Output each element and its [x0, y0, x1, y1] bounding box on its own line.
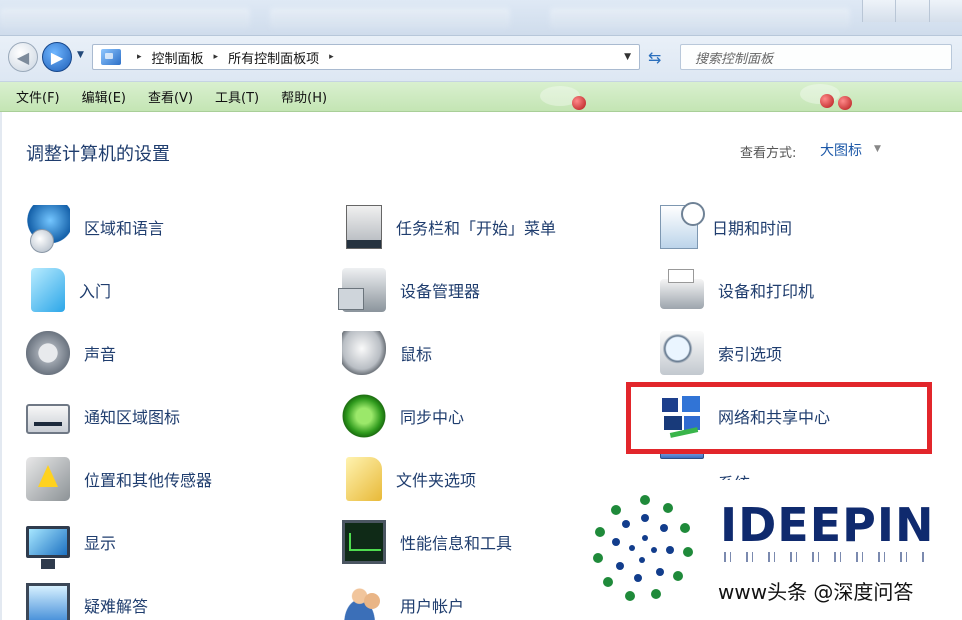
watermark-brand: IDEEPIN	[720, 498, 935, 552]
item-taskbar-start[interactable]: 任务栏和「开始」菜单	[342, 202, 556, 252]
item-device-manager[interactable]: 设备管理器	[338, 265, 481, 315]
item-user-accounts[interactable]: 用户帐户	[342, 580, 464, 620]
blurred-tab[interactable]	[550, 8, 850, 28]
item-devices-printers[interactable]: 设备和打印机	[660, 265, 814, 315]
item-label: 同步中心	[400, 408, 465, 427]
crumb-separator-icon[interactable]: ▸	[214, 52, 219, 62]
item-notification-icons[interactable]: 通知区域图标	[26, 391, 180, 441]
close-button[interactable]	[928, 0, 962, 22]
printer-icon	[660, 269, 704, 309]
item-label: 性能信息和工具	[400, 534, 513, 553]
view-by-dropdown[interactable]: 大图标	[820, 140, 862, 160]
monitor-icon	[26, 526, 70, 569]
item-system[interactable]: 系统	[660, 454, 750, 480]
forward-button[interactable]: ▶	[42, 42, 72, 72]
back-button[interactable]: ◀	[8, 42, 38, 72]
indexing-icon	[660, 331, 704, 375]
menu-edit[interactable]: 编辑(E)	[82, 87, 126, 106]
item-label: 入门	[79, 282, 112, 301]
taskbar-icon	[346, 205, 382, 249]
menu-tools[interactable]: 工具(T)	[215, 87, 259, 106]
notification-tray-icon	[26, 404, 70, 434]
item-label: 系统	[718, 470, 750, 480]
menu-help[interactable]: 帮助(H)	[281, 87, 327, 106]
menu-view[interactable]: 查看(V)	[148, 87, 193, 106]
item-sync-center[interactable]: 同步中心	[342, 391, 464, 441]
crumb-separator-icon[interactable]: ▸	[329, 52, 334, 62]
breadcrumb-all-items[interactable]: 所有控制面板项	[228, 48, 319, 67]
menu-bar: 文件(F) 编辑(E) 查看(V) 工具(T) 帮助(H)	[0, 82, 962, 112]
date-time-icon	[660, 202, 705, 249]
item-sound[interactable]: 声音	[26, 328, 116, 378]
item-label: 日期和时间	[712, 219, 793, 238]
item-label: 疑难解答	[84, 597, 149, 616]
item-label: 声音	[84, 345, 117, 364]
item-label: 区域和语言	[84, 219, 165, 238]
refresh-icon[interactable]: ⇆	[648, 48, 661, 67]
item-label: 显示	[84, 534, 117, 553]
item-label: 任务栏和「开始」菜单	[396, 219, 557, 238]
ideepin-logo	[593, 495, 693, 601]
title-bar	[0, 0, 962, 36]
item-label: 索引选项	[718, 345, 783, 364]
globe-icon	[26, 205, 70, 253]
item-display[interactable]: 显示	[26, 517, 117, 569]
breadcrumb-control-panel[interactable]: 控制面板	[152, 48, 204, 67]
item-label: 设备管理器	[400, 282, 481, 301]
watermark-stripe	[724, 552, 924, 562]
theme-decoration	[572, 96, 586, 110]
folder-options-icon	[346, 457, 382, 501]
sensor-icon	[26, 457, 70, 501]
menu-file[interactable]: 文件(F)	[16, 87, 60, 106]
item-label: 通知区域图标	[84, 408, 181, 427]
item-location-sensors[interactable]: 位置和其他传感器	[26, 454, 212, 504]
item-date-time[interactable]: 日期和时间	[660, 202, 792, 252]
item-performance[interactable]: 性能信息和工具	[342, 517, 512, 567]
item-mouse[interactable]: 鼠标	[342, 328, 432, 378]
maximize-button[interactable]	[895, 0, 929, 22]
highlight-box	[626, 382, 932, 454]
device-manager-icon	[338, 268, 386, 312]
user-accounts-icon	[342, 583, 386, 620]
view-by-label: 查看方式:	[740, 146, 797, 161]
item-label: 用户帐户	[400, 597, 465, 616]
item-label: 位置和其他传感器	[84, 471, 213, 490]
chevron-down-icon[interactable]: ▼	[874, 144, 881, 154]
item-label: 文件夹选项	[396, 471, 477, 490]
troubleshoot-icon	[26, 583, 70, 620]
item-folder-options[interactable]: 文件夹选项	[342, 454, 476, 504]
item-label: 鼠标	[400, 345, 433, 364]
sync-icon	[342, 394, 386, 438]
address-dropdown-icon[interactable]: ▼	[624, 52, 631, 62]
item-label: 设备和打印机	[718, 282, 815, 301]
search-input[interactable]: 搜索控制面板	[680, 44, 952, 70]
blurred-tab[interactable]	[0, 8, 250, 28]
item-getting-started[interactable]: 入门	[26, 265, 111, 315]
speaker-icon	[26, 331, 70, 375]
getting-started-icon	[31, 268, 65, 312]
address-field[interactable]: ▸ 控制面板 ▸ 所有控制面板项 ▸ ▼	[92, 44, 640, 70]
theme-decoration	[838, 96, 852, 110]
item-region-language[interactable]: 区域和语言	[26, 202, 165, 253]
minimize-button[interactable]	[862, 0, 896, 22]
blurred-tab[interactable]	[270, 8, 510, 28]
system-icon	[660, 454, 704, 459]
window-controls	[862, 0, 962, 22]
address-bar: ◀ ▶ ▼ ▸ 控制面板 ▸ 所有控制面板项 ▸ ▼ ⇆ 搜索控制面板	[0, 36, 962, 82]
item-troubleshooting[interactable]: 疑难解答	[26, 580, 148, 620]
history-dropdown-icon[interactable]: ▼	[77, 50, 84, 60]
watermark-caption: www头条 @深度问答	[718, 580, 914, 604]
theme-decoration	[820, 94, 834, 108]
performance-icon	[342, 520, 386, 564]
mouse-icon	[342, 331, 386, 375]
page-title: 调整计算机的设置	[26, 144, 170, 165]
control-panel-icon	[101, 49, 121, 65]
item-indexing-options[interactable]: 索引选项	[660, 328, 782, 378]
crumb-separator-icon[interactable]: ▸	[137, 52, 142, 62]
